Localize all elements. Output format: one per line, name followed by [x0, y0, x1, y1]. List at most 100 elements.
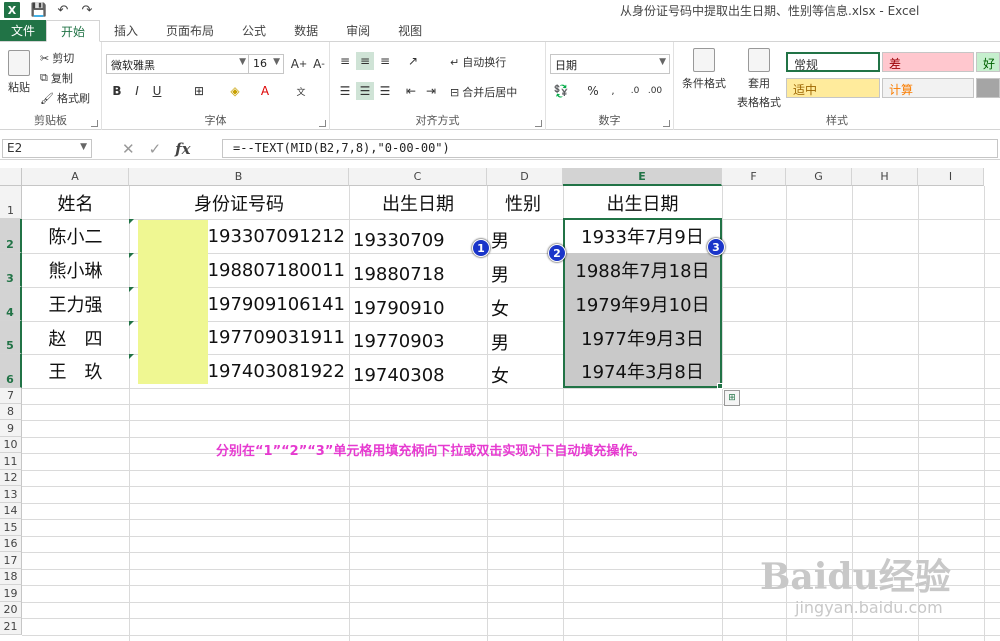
fill-handle[interactable]	[717, 383, 723, 389]
cell-a5[interactable]: 赵 四	[22, 321, 129, 354]
column-header-d[interactable]: D	[487, 168, 563, 186]
fill-color-icon[interactable]: ◈	[226, 82, 244, 100]
cell-a4[interactable]: 王力强	[22, 287, 129, 321]
row-header-7[interactable]: 7	[0, 388, 22, 404]
phonetic-icon[interactable]: 文	[292, 82, 310, 100]
increase-decimal-icon[interactable]: .0	[626, 82, 644, 100]
align-right-icon[interactable]: ☰	[376, 82, 394, 100]
tab-data[interactable]: 数据	[280, 20, 332, 41]
row-header-6[interactable]: 6	[0, 354, 22, 388]
name-box[interactable]: E2 ▼	[2, 139, 92, 158]
row-header-4[interactable]: 4	[0, 287, 22, 321]
cell-c6[interactable]: 19740308	[349, 354, 487, 388]
cell-d5[interactable]: 男	[487, 321, 563, 354]
border-icon[interactable]: ⊞	[190, 82, 208, 100]
align-center-icon[interactable]: ☰	[356, 82, 374, 100]
row-header-12[interactable]: 12	[0, 470, 22, 486]
style-good[interactable]: 好	[976, 52, 1000, 72]
row-header-9[interactable]: 9	[0, 420, 22, 437]
cell-b4[interactable]: 197909106141	[129, 287, 349, 321]
column-header-i[interactable]: I	[918, 168, 984, 186]
format-painter-button[interactable]: 🖌 格式刷	[40, 90, 90, 106]
cell-c3[interactable]: 19880718	[349, 253, 487, 287]
decrease-font-icon[interactable]: A-	[310, 55, 328, 73]
redo-icon[interactable]: ↷	[78, 3, 96, 18]
decrease-indent-icon[interactable]: ⇤	[402, 82, 420, 100]
orientation-icon[interactable]: ↗	[404, 52, 422, 70]
increase-indent-icon[interactable]: ⇥	[422, 82, 440, 100]
cell-d6[interactable]: 女	[487, 354, 563, 388]
row-header-8[interactable]: 8	[0, 404, 22, 420]
number-format-select[interactable]: 日期 ▼	[550, 54, 670, 74]
row-header-3[interactable]: 3	[0, 253, 22, 287]
row-header-13[interactable]: 13	[0, 486, 22, 503]
cell-a6[interactable]: 王 玖	[22, 354, 129, 388]
font-name-select[interactable]: 微软雅黑 ▼	[106, 54, 250, 74]
italic-button[interactable]: I	[128, 82, 146, 100]
style-calculation[interactable]: 计算	[882, 78, 974, 98]
cell-b1[interactable]: 身份证号码	[129, 186, 349, 219]
font-size-select[interactable]: 16 ▼	[248, 54, 284, 74]
cell-a1[interactable]: 姓名	[22, 186, 129, 219]
formula-input[interactable]: =--TEXT(MID(B2,7,8),"0-00-00")	[222, 139, 998, 158]
cancel-icon[interactable]: ✕	[122, 140, 135, 158]
cell-c2[interactable]: 19330709	[349, 219, 487, 253]
align-bottom-icon[interactable]: ≡	[376, 52, 394, 70]
number-launcher-icon[interactable]	[663, 120, 670, 127]
cell-b5[interactable]: 197709031911	[129, 321, 349, 354]
column-header-e[interactable]: E	[563, 168, 722, 186]
cell-d1[interactable]: 性别	[487, 186, 563, 219]
cell-c1[interactable]: 出生日期	[349, 186, 487, 219]
bold-button[interactable]: B	[108, 82, 126, 100]
decrease-decimal-icon[interactable]: .00	[646, 82, 664, 100]
tab-home[interactable]: 开始	[46, 20, 101, 42]
column-header-a[interactable]: A	[22, 168, 129, 186]
enter-icon[interactable]: ✓	[149, 140, 162, 158]
paste-button[interactable]: 粘贴	[6, 50, 32, 95]
alignment-launcher-icon[interactable]	[535, 120, 542, 127]
column-header-f[interactable]: F	[722, 168, 786, 186]
row-header-10[interactable]: 10	[0, 437, 22, 453]
column-header-g[interactable]: G	[786, 168, 852, 186]
autofill-options-icon[interactable]: ⊞	[724, 390, 740, 406]
comma-icon[interactable]: ,	[604, 82, 622, 100]
merge-center-button[interactable]: ⊟ 合并后居中	[450, 84, 517, 100]
percent-button[interactable]: %	[584, 82, 602, 100]
cell-c5[interactable]: 19770903	[349, 321, 487, 354]
undo-icon[interactable]: ↶	[54, 3, 72, 18]
align-middle-icon[interactable]: ≡	[356, 52, 374, 70]
tab-formulas[interactable]: 公式	[228, 20, 280, 41]
column-header-h[interactable]: H	[852, 168, 918, 186]
row-header-5[interactable]: 5	[0, 321, 22, 354]
style-neutral[interactable]: 适中	[786, 78, 880, 98]
insert-function-icon[interactable]: fx	[175, 140, 190, 158]
cut-button[interactable]: ✂ 剪切	[40, 50, 74, 66]
cell-b2[interactable]: 193307091212	[129, 219, 349, 253]
row-header-11[interactable]: 11	[0, 453, 22, 470]
row-header-15[interactable]: 15	[0, 519, 22, 536]
wrap-text-button[interactable]: ↵ 自动换行	[450, 54, 506, 70]
conditional-format-button[interactable]: 条件格式	[680, 48, 728, 91]
increase-font-icon[interactable]: A +	[290, 55, 308, 73]
column-header-b[interactable]: B	[129, 168, 349, 186]
cell-e1[interactable]: 出生日期	[563, 186, 722, 219]
select-all-corner[interactable]	[0, 168, 22, 186]
row-header-20[interactable]: 20	[0, 602, 22, 618]
clipboard-launcher-icon[interactable]	[91, 120, 98, 127]
style-normal[interactable]: 常规	[786, 52, 880, 72]
tab-page-layout[interactable]: 页面布局	[152, 20, 228, 41]
row-header-1[interactable]: 1	[0, 186, 22, 219]
font-color-icon[interactable]: A	[256, 82, 274, 100]
underline-button[interactable]: U	[148, 82, 166, 100]
cell-a3[interactable]: 熊小琳	[22, 253, 129, 287]
row-header-21[interactable]: 21	[0, 618, 22, 635]
tab-view[interactable]: 视图	[384, 20, 436, 41]
tab-review[interactable]: 审阅	[332, 20, 384, 41]
row-header-14[interactable]: 14	[0, 503, 22, 519]
cell-d4[interactable]: 女	[487, 287, 563, 321]
cell-a2[interactable]: 陈小二	[22, 219, 129, 253]
row-header-17[interactable]: 17	[0, 552, 22, 569]
style-bad[interactable]: 差	[882, 52, 974, 72]
copy-button[interactable]: ⧉ 复制	[40, 70, 73, 86]
cell-b3[interactable]: 198807180011	[129, 253, 349, 287]
